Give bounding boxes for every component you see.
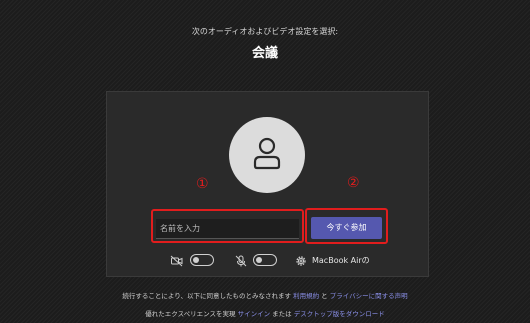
join-now-button[interactable]: 今すぐ参加 <box>311 216 382 239</box>
terms-notice: 続行することにより、以下に同意したものとみなされます 利用規約 と プライバシー… <box>0 290 530 300</box>
signin-or-text: または <box>272 310 292 318</box>
terms-of-use-link[interactable]: 利用規約 <box>293 292 319 300</box>
mic-toggle[interactable] <box>253 254 277 266</box>
avatar <box>229 117 305 193</box>
signin-notice: 優れたエクスペリエンスを実現 サインイン または デスクトップ版をダウンロード <box>0 308 530 318</box>
meeting-title: 会議 <box>251 46 278 61</box>
gear-icon[interactable] <box>294 253 308 269</box>
camera-toggle-knob <box>193 257 199 263</box>
person-icon <box>253 137 281 170</box>
camera-toggle[interactable] <box>190 254 214 266</box>
terms-and-text: と <box>321 292 328 300</box>
annotation-marker-1: ① <box>196 176 209 192</box>
device-settings-label[interactable]: MacBook Airの <box>312 255 370 266</box>
annotation-marker-2: ② <box>347 175 360 191</box>
camera-off-icon <box>170 253 184 269</box>
privacy-statement-link[interactable]: プライバシーに関する声明 <box>330 292 408 300</box>
mic-toggle-knob <box>256 257 262 263</box>
download-desktop-link[interactable]: デスクトップ版をダウンロード <box>294 310 385 318</box>
name-input[interactable] <box>156 219 299 239</box>
name-input-highlight <box>151 209 304 243</box>
terms-notice-text: 続行することにより、以下に同意したものとみなされます <box>122 292 291 300</box>
join-button-highlight: 今すぐ参加 <box>305 208 388 244</box>
mic-off-icon <box>234 253 248 269</box>
audio-video-subtitle: 次のオーディオおよびビデオ設定を選択: <box>191 27 339 36</box>
signin-notice-text: 優れたエクスペリエンスを実現 <box>145 310 236 318</box>
sign-in-link[interactable]: サインイン <box>238 310 271 318</box>
